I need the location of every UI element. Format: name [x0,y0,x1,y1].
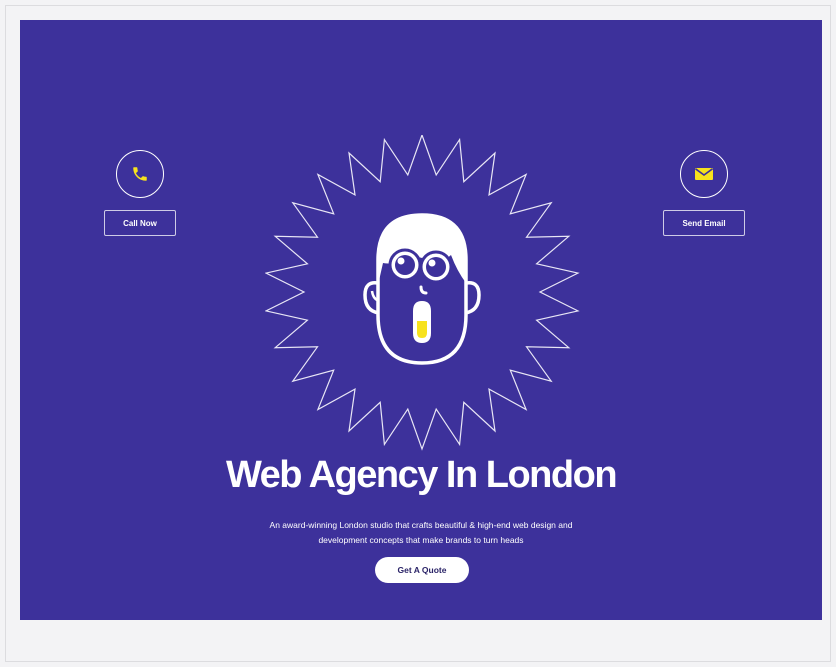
call-contact: Call Now [104,150,176,236]
send-email-button[interactable]: Send Email [663,210,745,236]
mail-icon [695,168,713,180]
mascot-illustration [265,135,580,451]
subtitle-line-2: development concepts that make brands to… [318,535,524,545]
mascot-face-icon [363,213,481,365]
call-now-button[interactable]: Call Now [104,210,176,236]
subtitle-line-1: An award-winning London studio that craf… [269,520,573,530]
hero-section: Call Now Send Email Web Agency In London… [20,20,822,620]
phone-icon [133,167,147,181]
email-icon-button[interactable] [680,150,728,198]
call-icon-button[interactable] [116,150,164,198]
hero-subtitle: An award-winning London studio that craf… [220,518,622,548]
get-quote-button[interactable]: Get A Quote [375,557,469,583]
page-title: Web Agency In London [225,454,618,496]
email-contact: Send Email [663,150,745,236]
